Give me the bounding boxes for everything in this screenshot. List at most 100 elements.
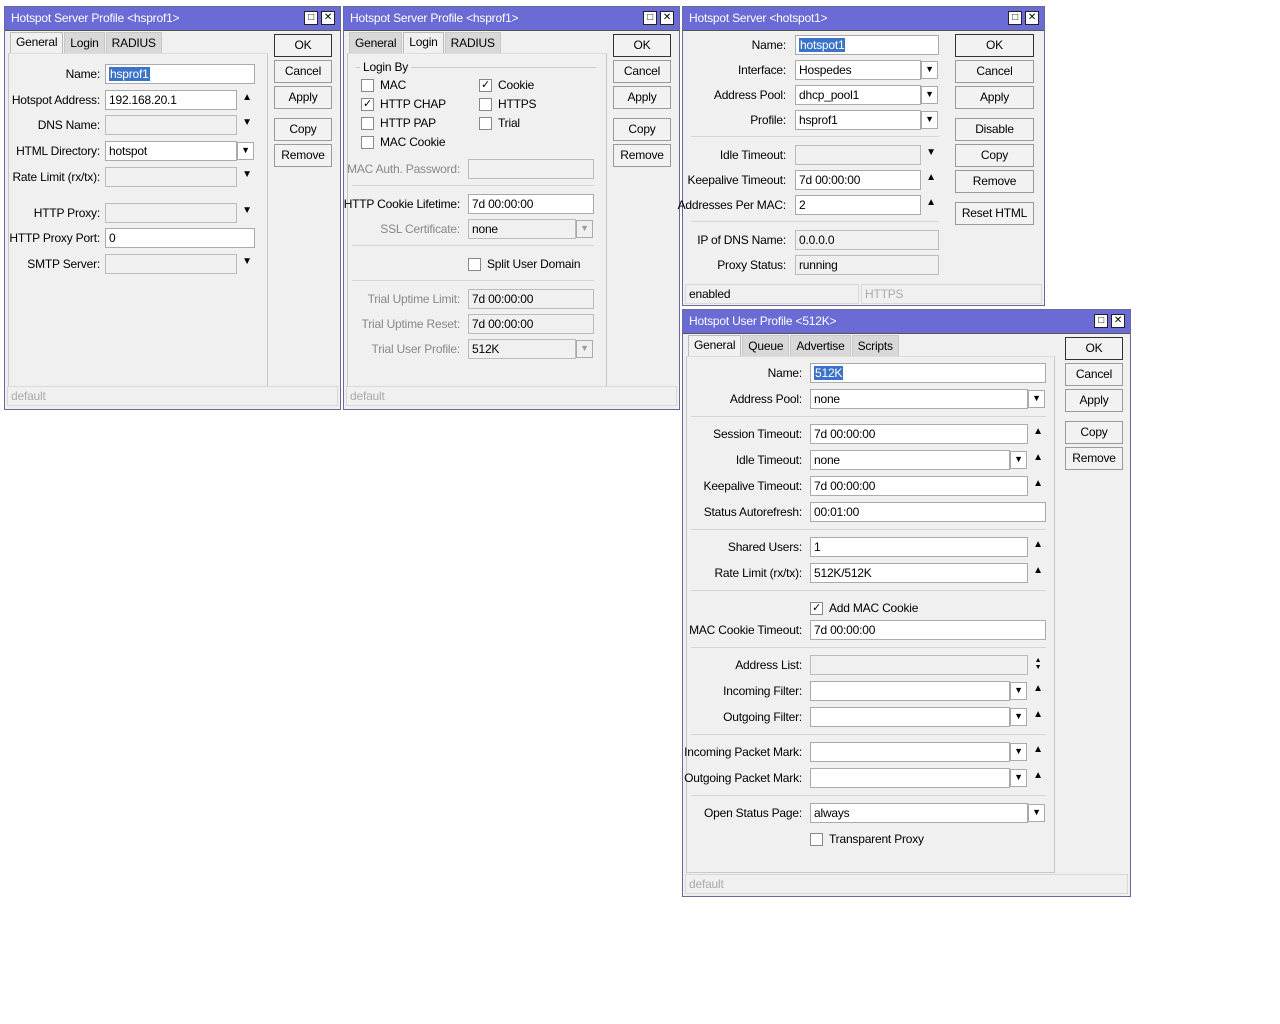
collapse-up-icon[interactable]: ▲ (1031, 709, 1045, 720)
dropdown-icon[interactable]: ▼ (576, 340, 593, 358)
dns-name-input[interactable] (105, 115, 237, 136)
close-icon[interactable]: ✕ (1025, 11, 1039, 25)
collapse-up-icon[interactable]: ▲ (924, 197, 938, 208)
collapse-up-icon[interactable]: ▲ (1031, 426, 1045, 437)
tab-general[interactable]: General (10, 32, 64, 53)
maximize-icon[interactable]: □ (1008, 11, 1022, 25)
collapse-up-icon[interactable]: ▲ (1031, 770, 1045, 781)
rate-limit-rxtx-input[interactable]: 512K/512K (810, 563, 1028, 583)
address-pool-input[interactable]: none (810, 389, 1028, 409)
collapse-up-icon[interactable]: ▲ (1031, 452, 1045, 463)
open-status-page-input[interactable]: always (810, 803, 1028, 823)
interface-input[interactable]: Hospedes (795, 60, 921, 80)
outgoing-packet-mark-input[interactable] (810, 768, 1010, 788)
dropdown-icon[interactable]: ▼ (1028, 390, 1045, 408)
expand-down-icon[interactable]: ▼ (240, 205, 254, 216)
login-by-http-chap[interactable]: ✓ HTTP CHAP (361, 97, 446, 111)
dropdown-icon[interactable]: ▼ (1010, 682, 1027, 700)
login-by-trial[interactable]: Trial (479, 116, 520, 130)
dropdown-icon[interactable]: ▼ (1010, 769, 1027, 787)
shared-users-input[interactable]: 1 (810, 537, 1028, 557)
checkbox-icon[interactable]: ✓ (479, 78, 492, 92)
dropdown-icon[interactable]: ▼ (921, 61, 938, 79)
add-mac-cookie-checkbox[interactable]: ✓ Add MAC Cookie (810, 601, 918, 615)
tab-queue[interactable]: Queue (742, 335, 790, 356)
collapse-up-icon[interactable]: ▲ (1031, 539, 1045, 550)
hotspot-address-input[interactable]: 192.168.20.1 (105, 89, 237, 110)
split-user-domain-checkbox[interactable]: Split User Domain (468, 257, 581, 271)
checkbox-icon[interactable] (810, 832, 823, 846)
maximize-icon[interactable]: □ (1094, 314, 1108, 328)
login-by-mac-cookie[interactable]: MAC Cookie (361, 135, 446, 149)
http-proxy-input[interactable] (105, 202, 237, 223)
mac-cookie-timeout-input[interactable]: 7d 00:00:00 (810, 620, 1046, 640)
name-input[interactable]: hotspot1 (795, 35, 939, 55)
ip-of-dns-name-input[interactable]: 0.0.0.0 (795, 230, 939, 250)
checkbox-icon[interactable] (479, 116, 492, 130)
login-by-https[interactable]: HTTPS (479, 97, 537, 111)
proxy-status-input[interactable]: running (795, 255, 939, 275)
expand-down-icon[interactable]: ▼ (924, 147, 938, 158)
collapse-up-icon[interactable]: ▲ (1031, 478, 1045, 489)
idle-timeout-input[interactable] (795, 145, 921, 165)
cancel-button[interactable]: Cancel (613, 60, 671, 83)
name-input[interactable]: 512K (810, 363, 1046, 383)
outgoing-filter-input[interactable] (810, 707, 1010, 727)
status-autorefresh-input[interactable]: 00:01:00 (810, 502, 1046, 522)
close-icon[interactable]: ✕ (660, 11, 674, 25)
tab-advertise[interactable]: Advertise (790, 335, 851, 356)
title-bar[interactable]: Hotspot Server Profile <hsprof1> □ ✕ (5, 7, 340, 31)
login-by-http-pap[interactable]: HTTP PAP (361, 116, 436, 130)
tab-login[interactable]: Login (403, 32, 444, 53)
smtp-server-input[interactable] (105, 253, 237, 274)
dropdown-icon[interactable]: ▼ (576, 220, 593, 238)
collapse-up-icon[interactable]: ▲ (1031, 744, 1045, 755)
tab-login[interactable]: Login (64, 32, 105, 53)
tab-general[interactable]: General (349, 32, 403, 53)
keepalive-timeout-input[interactable]: 7d 00:00:00 (810, 476, 1028, 496)
checkbox-icon[interactable] (361, 116, 374, 130)
title-bar[interactable]: Hotspot Server <hotspot1> □ ✕ (683, 7, 1044, 31)
address-list-input[interactable] (810, 655, 1028, 675)
dropdown-icon[interactable]: ▼ (1028, 804, 1045, 822)
html-directory-input[interactable]: hotspot (105, 141, 237, 162)
dropdown-icon[interactable]: ▼ (1010, 451, 1027, 469)
checkbox-icon[interactable] (361, 135, 374, 149)
collapse-up-icon[interactable]: ▲ (1031, 565, 1045, 576)
expand-down-icon[interactable]: ▼ (240, 256, 254, 267)
tab-scripts[interactable]: Scripts (851, 335, 899, 356)
ok-button[interactable]: OK (274, 34, 332, 57)
dropdown-icon[interactable]: ▼ (1010, 743, 1027, 761)
http-cookie-lifetime-input[interactable]: 7d 00:00:00 (468, 194, 594, 214)
rate-limit-rxtx-input[interactable] (105, 166, 237, 187)
address-pool-input[interactable]: dhcp_pool1 (795, 85, 921, 105)
tab-radius[interactable]: RADIUS (105, 32, 162, 53)
title-bar[interactable]: Hotspot Server Profile <hsprof1> □ ✕ (344, 7, 679, 31)
copy-button[interactable]: Copy (613, 118, 671, 141)
profile-input[interactable]: hsprof1 (795, 110, 921, 130)
addresses-per-mac-input[interactable]: 2 (795, 195, 921, 215)
checkbox-icon[interactable] (468, 257, 481, 271)
tab-radius[interactable]: RADIUS (444, 32, 501, 53)
login-by-mac[interactable]: MAC (361, 78, 406, 92)
collapse-up-icon[interactable]: ▲ (924, 172, 938, 183)
dropdown-icon[interactable]: ▼ (237, 142, 254, 161)
dropdown-icon[interactable]: ▼ (921, 86, 938, 104)
ok-button[interactable]: OK (1065, 337, 1123, 360)
incoming-filter-input[interactable] (810, 681, 1010, 701)
close-icon[interactable]: ✕ (321, 11, 335, 25)
up-down-icon[interactable]: ▲ ▼ (1031, 657, 1045, 671)
apply-button[interactable]: Apply (613, 86, 671, 109)
close-icon[interactable]: ✕ (1111, 314, 1125, 328)
checkbox-icon[interactable]: ✓ (810, 601, 823, 615)
title-bar[interactable]: Hotspot User Profile <512K> □ ✕ (683, 310, 1130, 334)
expand-down-icon[interactable]: ▼ (240, 117, 254, 128)
name-input[interactable]: hsprof1 (105, 64, 255, 84)
checkbox-icon[interactable] (361, 78, 374, 92)
dropdown-icon[interactable]: ▼ (1010, 708, 1027, 726)
ok-button[interactable]: OK (613, 34, 671, 57)
session-timeout-input[interactable]: 7d 00:00:00 (810, 424, 1028, 444)
checkbox-icon[interactable] (479, 97, 492, 111)
transparent-proxy-checkbox[interactable]: Transparent Proxy (810, 832, 924, 846)
collapse-up-icon[interactable]: ▲ (1031, 683, 1045, 694)
